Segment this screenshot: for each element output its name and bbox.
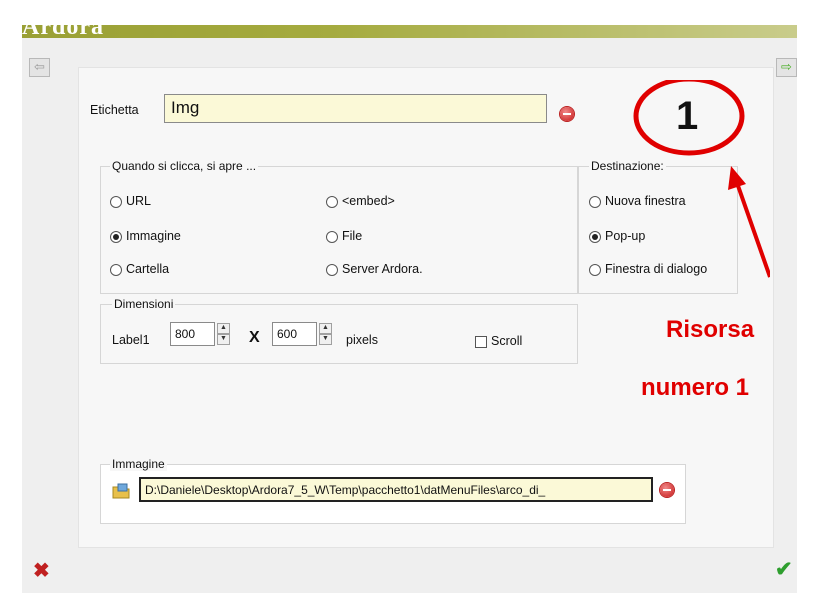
height-value: 600 [277, 327, 298, 341]
unit-label: pixels [346, 333, 378, 347]
click-options-legend: Quando si clicca, si apre ... [110, 159, 259, 173]
annotation-line1: Risorsa [666, 316, 755, 343]
annotation-line2: numero 1 [641, 374, 750, 401]
radio-label-cartella: Cartella [126, 262, 170, 276]
scroll-checkbox-box[interactable] [475, 336, 487, 348]
width-up-icon[interactable]: ▲ [217, 323, 230, 334]
radio-circle-embed[interactable] [326, 196, 338, 208]
radio-circle-server[interactable] [326, 264, 338, 276]
confirm-icon[interactable]: ✔ [775, 557, 793, 582]
radio-label-server: Server Ardora. [342, 262, 423, 276]
etichetta-value: Img [171, 98, 200, 117]
next-arrow-icon[interactable]: ⇨ [776, 58, 797, 77]
height-input[interactable]: 600 [272, 322, 317, 346]
width-value: 800 [175, 327, 196, 341]
radio-circle-finestra-dialogo[interactable] [589, 264, 601, 276]
annotation-arrow-head [728, 166, 746, 190]
annotation-overlay [633, 80, 770, 278]
radio-label-immagine: Immagine [126, 229, 181, 243]
radio-circle-popup[interactable] [589, 231, 601, 243]
annotation-number: 1 [676, 94, 699, 138]
times-sign: X [249, 329, 260, 346]
image-path-input[interactable]: D:\Daniele\Desktop\Ardora7_5_W\Temp\pacc… [139, 477, 653, 502]
image-legend: Immagine [110, 457, 167, 471]
image-path-value: D:\Daniele\Desktop\Ardora7_5_W\Temp\pacc… [145, 483, 546, 497]
app-title: Ardora [22, 14, 104, 40]
radio-circle-file[interactable] [326, 231, 338, 243]
radio-label-file: File [342, 229, 363, 243]
width-input[interactable]: 800 [170, 322, 215, 346]
dimensions-label: Label1 [112, 333, 150, 347]
cancel-icon[interactable]: ✖ [33, 558, 50, 583]
remove-label-icon[interactable] [560, 107, 574, 121]
folder-icon[interactable] [112, 483, 130, 499]
radio-label-embed: <embed> [342, 194, 395, 208]
height-up-icon[interactable]: ▲ [319, 323, 332, 334]
etichetta-input[interactable]: Img [164, 94, 547, 123]
remove-image-icon[interactable] [660, 483, 674, 497]
radio-circle-immagine[interactable] [110, 231, 122, 243]
prev-arrow-icon[interactable]: ⇦ [29, 58, 50, 77]
radio-circle-cartella[interactable] [110, 264, 122, 276]
radio-label-url: URL [126, 194, 152, 208]
title-bar [22, 25, 797, 38]
radio-circle-url[interactable] [110, 196, 122, 208]
etichetta-label: Etichetta [90, 103, 139, 117]
scroll-label: Scroll [491, 334, 523, 348]
dimensions-legend: Dimensioni [112, 297, 176, 311]
width-down-icon[interactable]: ▼ [217, 334, 230, 345]
height-down-icon[interactable]: ▼ [319, 334, 332, 345]
radio-circle-nuova-finestra[interactable] [589, 196, 601, 208]
annotation-arrow-line [734, 179, 770, 278]
